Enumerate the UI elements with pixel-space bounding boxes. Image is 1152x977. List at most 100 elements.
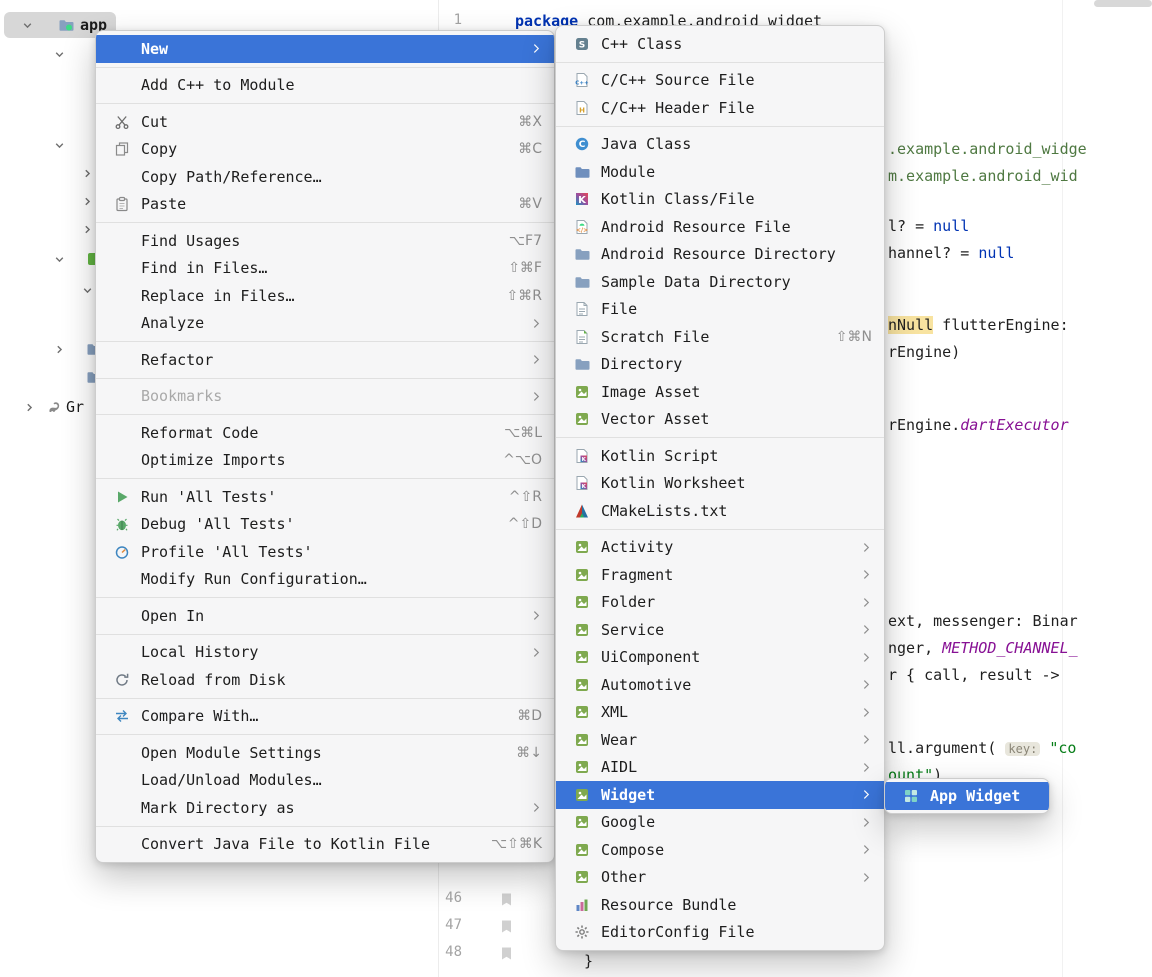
- menu-item-analyze[interactable]: Analyze: [96, 310, 554, 338]
- menu-item-file[interactable]: File: [556, 296, 884, 324]
- chevron-right-icon[interactable]: [24, 402, 35, 413]
- code-fragment: m.example.android_wid: [888, 167, 1078, 186]
- chevron-down-icon[interactable]: [54, 49, 65, 60]
- menu-item-folder[interactable]: Folder: [556, 589, 884, 617]
- code-fragment: rEngine): [888, 343, 960, 362]
- menu-item-widget[interactable]: Widget: [556, 781, 884, 809]
- submenu-arrow-icon: [533, 354, 542, 365]
- menu-item-sample-data-directory[interactable]: Sample Data Directory: [556, 268, 884, 296]
- menu-item-reload-from-disk[interactable]: Reload from Disk: [96, 666, 554, 694]
- menu-item-directory[interactable]: Directory: [556, 351, 884, 379]
- code-token: [1040, 739, 1049, 757]
- menu-item-label: Vector Asset: [601, 410, 709, 428]
- chevron-right-icon[interactable]: [82, 224, 93, 235]
- menu-item-modify-run-configuration[interactable]: Modify Run Configuration…: [96, 566, 554, 594]
- gear-icon: [572, 924, 592, 940]
- menu-item-kotlin-class-file[interactable]: KKotlin Class/File: [556, 186, 884, 214]
- menu-item-activity[interactable]: Activity: [556, 534, 884, 562]
- menu-item-wear[interactable]: Wear: [556, 726, 884, 754]
- menu-item-label: XML: [601, 703, 628, 721]
- menu-icon-placeholder: [112, 425, 132, 441]
- menu-item-cmakelists-txt[interactable]: CMakeLists.txt: [556, 497, 884, 525]
- menu-item-open-in[interactable]: Open In: [96, 602, 554, 630]
- menu-item-reformat-code[interactable]: Reformat Code⌥⌘L: [96, 419, 554, 447]
- menu-item-app-widget[interactable]: App Widget: [885, 782, 1049, 810]
- menu-item-automotive[interactable]: Automotive: [556, 671, 884, 699]
- menu-item-editorconfig-file[interactable]: EditorConfig File: [556, 919, 884, 947]
- menu-item-resource-bundle[interactable]: Resource Bundle: [556, 891, 884, 919]
- menu-item-fragment[interactable]: Fragment: [556, 561, 884, 589]
- line-number: 1: [436, 12, 462, 28]
- menu-item-android-resource-directory[interactable]: Android Resource Directory: [556, 241, 884, 269]
- menu-item-copy[interactable]: Copy⌘C: [96, 136, 554, 164]
- chevron-right-icon[interactable]: [82, 168, 93, 179]
- menu-item-new[interactable]: New: [96, 35, 554, 63]
- menu-item-find-usages[interactable]: Find Usages⌥F7: [96, 227, 554, 255]
- menu-item-c-c-source-file[interactable]: C++C/C++ Source File: [556, 67, 884, 95]
- menu-separator: [96, 67, 554, 68]
- chevron-down-icon[interactable]: [82, 285, 93, 296]
- menu-item-c-class[interactable]: SC++ Class: [556, 30, 884, 58]
- chevron-down-icon[interactable]: [54, 254, 65, 265]
- menu-item-vector-asset[interactable]: Vector Asset: [556, 406, 884, 434]
- menu-item-debug-all-tests[interactable]: Debug 'All Tests'^⇧D: [96, 511, 554, 539]
- code-token: null: [978, 244, 1014, 262]
- menu-item-cut[interactable]: Cut⌘X: [96, 108, 554, 136]
- menu-item-optimize-imports[interactable]: Optimize Imports^⌥O: [96, 447, 554, 475]
- menu-item-replace-in-files[interactable]: Replace in Files…⇧⌘R: [96, 282, 554, 310]
- chevron-right-icon[interactable]: [54, 344, 65, 355]
- chevron-right-icon[interactable]: [82, 196, 93, 207]
- menu-shortcut: ⌥F7: [509, 233, 542, 249]
- gutter-bookmark-icon[interactable]: [500, 946, 513, 961]
- menu-item-add-c-to-module[interactable]: Add C++ to Module: [96, 72, 554, 100]
- menu-item-scratch-file[interactable]: Scratch File⇧⌘N: [556, 323, 884, 351]
- code-token: null: [933, 217, 969, 235]
- menu-item-kotlin-worksheet[interactable]: KKotlin Worksheet: [556, 470, 884, 498]
- menu-item-label: Open Module Settings: [141, 744, 322, 762]
- menu-item-compare-with[interactable]: Compare With…⌘D: [96, 703, 554, 731]
- menu-item-label: Mark Directory as: [141, 799, 295, 817]
- menu-item-paste[interactable]: Paste⌘V: [96, 191, 554, 219]
- resource-bundle-icon: [572, 897, 592, 913]
- chevron-down-icon[interactable]: [22, 20, 33, 31]
- menu-separator: [96, 634, 554, 635]
- menu-item-load-unload-modules[interactable]: Load/Unload Modules…: [96, 767, 554, 795]
- menu-item-kotlin-script[interactable]: KKotlin Script: [556, 442, 884, 470]
- menu-item-open-module-settings[interactable]: Open Module Settings⌘↓: [96, 739, 554, 767]
- code-token: flutterEngine:: [933, 316, 1068, 334]
- menu-item-google[interactable]: Google: [556, 809, 884, 837]
- submenu-arrow-icon: [863, 542, 872, 553]
- menu-item-label: Copy: [141, 140, 177, 158]
- menu-item-find-in-files[interactable]: Find in Files…⇧⌘F: [96, 255, 554, 283]
- menu-item-label: UiComponent: [601, 648, 700, 666]
- scrollbar-thumb[interactable]: [1094, 0, 1152, 7]
- menu-item-label: Profile 'All Tests': [141, 543, 313, 561]
- menu-item-label: Load/Unload Modules…: [141, 771, 322, 789]
- gutter-bookmark-icon[interactable]: [500, 892, 513, 907]
- menu-item-bookmarks[interactable]: Bookmarks: [96, 383, 554, 411]
- menu-item-service[interactable]: Service: [556, 616, 884, 644]
- menu-item-c-c-header-file[interactable]: HC/C++ Header File: [556, 94, 884, 122]
- submenu-arrow-icon: [863, 734, 872, 745]
- gutter-bookmark-icon[interactable]: [500, 919, 513, 934]
- menu-item-run-all-tests[interactable]: Run 'All Tests'^⇧R: [96, 483, 554, 511]
- menu-item-copy-path-reference[interactable]: Copy Path/Reference…: [96, 163, 554, 191]
- menu-item-module[interactable]: Module: [556, 158, 884, 186]
- menu-item-local-history[interactable]: Local History: [96, 639, 554, 667]
- chevron-down-icon[interactable]: [54, 140, 65, 151]
- menu-item-java-class[interactable]: CJava Class: [556, 131, 884, 159]
- menu-item-label: Replace in Files…: [141, 287, 295, 305]
- menu-item-aidl[interactable]: AIDL: [556, 754, 884, 782]
- menu-item-other[interactable]: Other: [556, 864, 884, 892]
- menu-item-android-resource-file[interactable]: </>Android Resource File: [556, 213, 884, 241]
- menu-item-image-asset[interactable]: Image Asset: [556, 378, 884, 406]
- menu-item-mark-directory-as[interactable]: Mark Directory as: [96, 794, 554, 822]
- menu-item-compose[interactable]: Compose: [556, 836, 884, 864]
- menu-item-convert-java-file-to-kotlin-file[interactable]: Convert Java File to Kotlin File⌥⇧⌘K: [96, 831, 554, 859]
- menu-item-xml[interactable]: XML: [556, 699, 884, 727]
- compare-icon: [112, 708, 132, 724]
- menu-item-uicomponent[interactable]: UiComponent: [556, 644, 884, 672]
- menu-item-profile-all-tests[interactable]: Profile 'All Tests': [96, 538, 554, 566]
- tree-item-label[interactable]: Gr: [66, 398, 84, 416]
- menu-item-refactor[interactable]: Refactor: [96, 346, 554, 374]
